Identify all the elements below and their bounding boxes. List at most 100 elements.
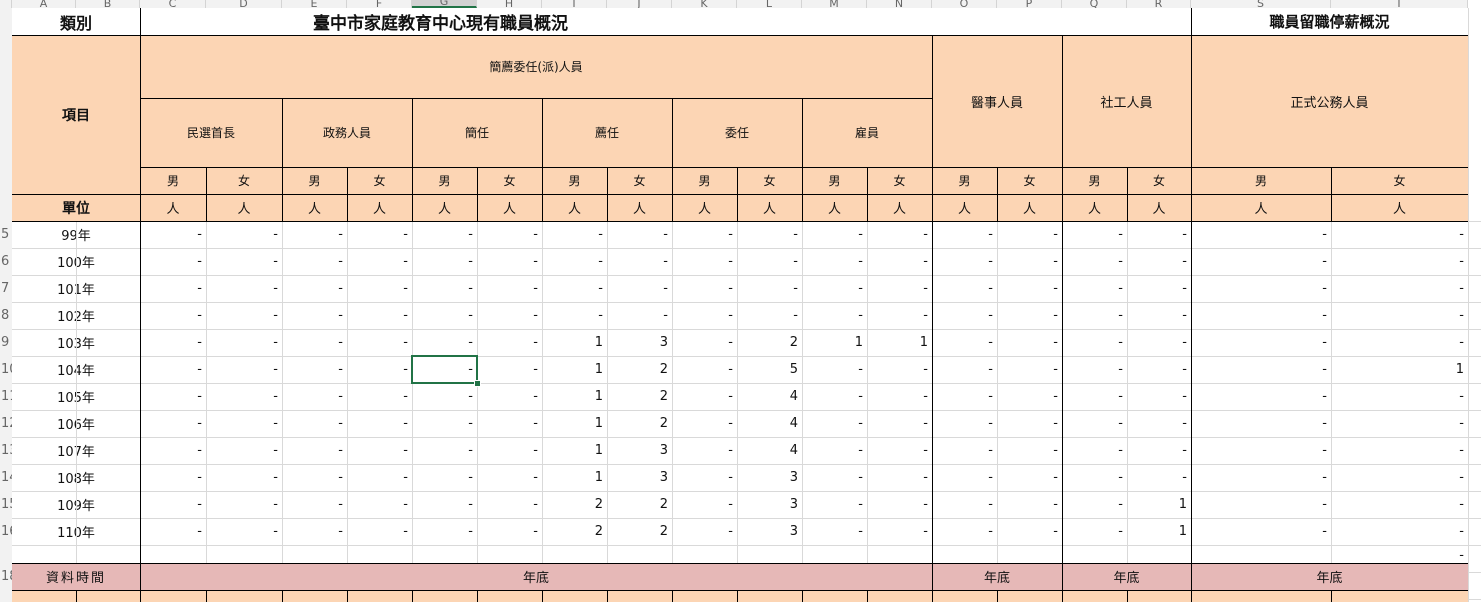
row-number[interactable]: 5 (0, 221, 12, 248)
data-cell[interactable]: 4 (737, 383, 802, 410)
row-number[interactable]: 13 (0, 437, 12, 464)
data-cell[interactable]: - (672, 302, 737, 329)
data-cell[interactable]: - (477, 302, 542, 329)
data-cell[interactable]: - (997, 329, 1062, 356)
data-cell[interactable]: - (737, 302, 802, 329)
data-cell[interactable]: 3 (737, 491, 802, 518)
data-cell[interactable]: - (672, 356, 737, 383)
data-cell[interactable]: - (867, 383, 932, 410)
data-cell[interactable]: - (672, 383, 737, 410)
data-cell[interactable]: - (932, 518, 997, 545)
data-cell[interactable]: - (1191, 275, 1331, 302)
data-cell[interactable]: - (412, 518, 477, 545)
data-cell[interactable]: - (412, 464, 477, 491)
data-cell[interactable]: - (997, 518, 1062, 545)
data-cell[interactable]: - (1331, 329, 1468, 356)
data-cell[interactable]: - (412, 410, 477, 437)
data-cell[interactable]: - (1331, 383, 1468, 410)
data-cell[interactable]: - (140, 248, 206, 275)
data-cell[interactable]: - (140, 464, 206, 491)
data-cell[interactable]: - (347, 275, 412, 302)
data-cell[interactable]: - (206, 329, 282, 356)
data-cell[interactable]: 3 (737, 518, 802, 545)
row-number[interactable]: 6 (0, 248, 12, 275)
data-cell[interactable]: - (140, 221, 206, 248)
data-cell[interactable]: - (140, 437, 206, 464)
data-cell[interactable]: - (1191, 383, 1331, 410)
data-cell[interactable]: - (672, 491, 737, 518)
data-cell[interactable]: - (1127, 437, 1191, 464)
data-cell[interactable]: 1 (542, 356, 607, 383)
data-cell[interactable]: - (1062, 221, 1127, 248)
data-cell[interactable]: - (737, 248, 802, 275)
data-cell[interactable]: 2 (607, 410, 672, 437)
data-cell[interactable]: - (672, 464, 737, 491)
data-cell[interactable]: - (1191, 410, 1331, 437)
data-cell[interactable]: - (412, 491, 477, 518)
data-cell[interactable]: - (282, 356, 347, 383)
data-cell[interactable]: - (1062, 410, 1127, 437)
data-cell[interactable]: - (412, 275, 477, 302)
data-cell[interactable]: - (347, 356, 412, 383)
data-cell[interactable]: - (867, 221, 932, 248)
data-cell[interactable]: - (1331, 437, 1468, 464)
data-cell[interactable]: - (607, 302, 672, 329)
data-cell[interactable]: - (282, 329, 347, 356)
data-cell[interactable]: - (672, 437, 737, 464)
data-cell[interactable]: 2 (542, 518, 607, 545)
trailing-cell[interactable]: - (1331, 545, 1468, 563)
column-header-d[interactable]: D (206, 0, 282, 8)
data-cell[interactable]: - (1331, 518, 1468, 545)
data-cell[interactable]: - (206, 221, 282, 248)
data-cell[interactable]: 1 (542, 383, 607, 410)
data-cell[interactable]: - (477, 518, 542, 545)
data-cell[interactable]: - (997, 464, 1062, 491)
data-cell[interactable]: - (412, 221, 477, 248)
data-cell[interactable]: 1 (1331, 356, 1468, 383)
data-cell[interactable]: - (867, 491, 932, 518)
data-cell[interactable]: - (206, 518, 282, 545)
data-cell[interactable]: - (347, 329, 412, 356)
data-cell[interactable]: - (672, 275, 737, 302)
column-header-b[interactable]: B (76, 0, 140, 8)
data-cell[interactable]: - (867, 302, 932, 329)
data-cell[interactable]: - (1062, 464, 1127, 491)
data-cell[interactable]: - (932, 302, 997, 329)
data-cell[interactable]: - (867, 356, 932, 383)
data-cell[interactable]: - (997, 221, 1062, 248)
data-cell[interactable]: - (802, 383, 867, 410)
data-cell[interactable]: - (997, 491, 1062, 518)
data-cell[interactable]: 1 (542, 329, 607, 356)
data-cell[interactable]: - (412, 437, 477, 464)
data-cell[interactable]: - (206, 383, 282, 410)
spreadsheet-grid[interactable]: ABCDEFGHIJKLMNOPQRST56789101112131415161… (0, 0, 1481, 602)
column-header-r[interactable]: R (1127, 0, 1191, 8)
data-cell[interactable]: - (206, 302, 282, 329)
data-cell[interactable]: - (997, 410, 1062, 437)
data-cell[interactable]: - (140, 329, 206, 356)
data-cell[interactable]: - (477, 491, 542, 518)
data-cell[interactable]: - (1331, 275, 1468, 302)
data-cell[interactable]: - (347, 248, 412, 275)
data-cell[interactable]: - (140, 410, 206, 437)
data-cell[interactable]: - (1191, 329, 1331, 356)
data-cell[interactable]: 3 (737, 464, 802, 491)
data-cell[interactable]: - (140, 302, 206, 329)
column-header-m[interactable]: M (802, 0, 867, 8)
data-cell[interactable]: - (282, 248, 347, 275)
data-cell[interactable]: - (802, 248, 867, 275)
data-cell[interactable]: - (206, 248, 282, 275)
data-cell[interactable]: - (737, 275, 802, 302)
column-header-t[interactable]: T (1331, 0, 1468, 8)
data-cell[interactable]: - (1191, 464, 1331, 491)
column-header-n[interactable]: N (867, 0, 932, 8)
column-header-s[interactable]: S (1191, 0, 1331, 8)
data-cell[interactable]: - (997, 275, 1062, 302)
data-cell[interactable]: - (867, 410, 932, 437)
data-cell[interactable]: - (672, 518, 737, 545)
data-cell[interactable]: - (997, 302, 1062, 329)
data-cell[interactable]: - (867, 518, 932, 545)
data-cell[interactable]: - (1331, 491, 1468, 518)
data-cell[interactable]: - (206, 437, 282, 464)
data-cell[interactable]: - (672, 221, 737, 248)
